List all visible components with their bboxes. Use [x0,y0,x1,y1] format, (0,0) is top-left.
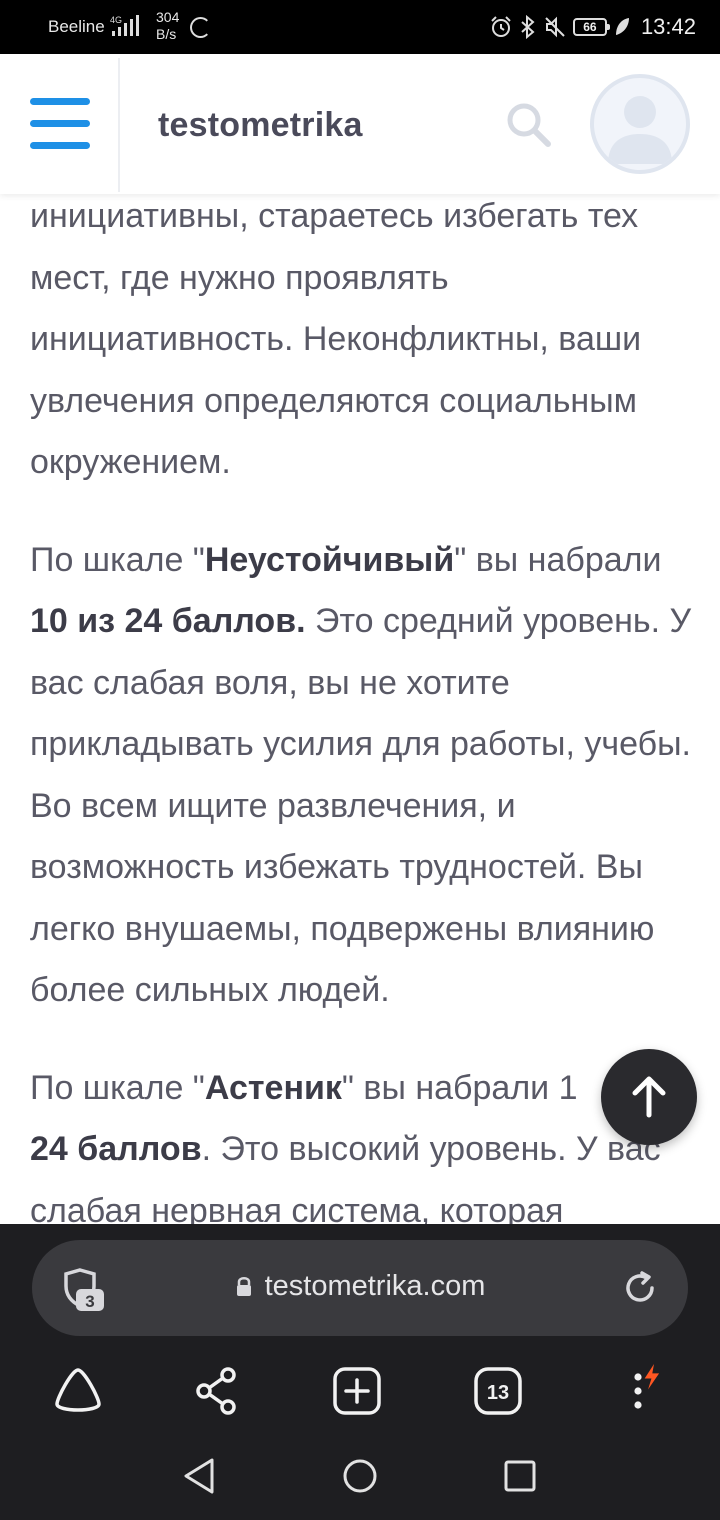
site-logo[interactable]: testometrika [158,106,363,145]
home-icon[interactable] [51,1364,105,1418]
signal-icon: 4G [110,15,139,36]
mute-icon [545,16,565,38]
address-bar[interactable]: 3 testometrika.com [32,1240,688,1336]
paragraph-text: инициативны, стараетесь избегать тех мес… [30,197,642,481]
recents-icon[interactable] [500,1456,540,1496]
tabs-icon[interactable]: 13 [471,1364,525,1418]
paragraph: инициативны, стараетесь избегать тех мес… [30,186,700,494]
share-icon[interactable] [190,1364,244,1418]
battery-icon: 66 [572,18,610,36]
user-avatar[interactable] [590,74,690,174]
speed-value: 304 [156,9,180,25]
tabs-count: 13 [487,1382,509,1404]
menu-icon-bar [30,98,90,105]
reload-icon[interactable] [622,1270,658,1306]
article-body: инициативны, стараетесь избегать тех мес… [30,186,700,1278]
scale-name: Неустойчивый [204,540,455,579]
menu-button[interactable] [28,96,92,152]
menu-icon-bar [30,120,90,127]
site-header: testometrika [0,54,720,194]
url-display[interactable]: testometrika.com [32,1270,688,1303]
more-icon[interactable] [620,1364,674,1418]
system-nav-bar [0,1430,720,1520]
clock: 13:42 [640,14,696,39]
scale-name: Астеник [204,1068,342,1107]
paragraph-unstable: По шкале "Неустойчивый" вы набрали 10 из… [30,530,700,1022]
menu-icon-bar [30,142,90,149]
text: По шкале " [30,540,205,579]
text: Это средний уровень. У вас слабая воля, … [30,602,692,1009]
network-speed: 304 B/s [156,9,179,43]
back-icon[interactable] [180,1456,220,1496]
text: " вы набрали 1 [341,1068,578,1107]
carrier-label: Beeline [48,17,105,36]
arrow-up-icon [632,1076,666,1118]
search-icon[interactable] [504,100,552,148]
browser-bottom-bar: 3 testometrika.com 13 [0,1224,720,1430]
loading-icon [190,17,211,38]
bluetooth-icon [521,15,535,39]
leaf-icon [615,18,629,35]
text: " вы набрали [454,540,662,579]
text: По шкале " [30,1068,205,1107]
home-nav-icon[interactable] [340,1456,380,1496]
new-tab-icon[interactable] [330,1364,384,1418]
network-type-label: 4G [110,15,122,25]
speed-unit: B/s [156,26,177,42]
header-divider [118,58,120,192]
lock-icon [236,1277,251,1296]
score: 10 из 24 баллов. [30,602,306,640]
paragraph-asthenic: По шкале "Астеник" вы набрали 1 24 баллов… [30,1058,700,1243]
score: 24 баллов [30,1130,202,1168]
browser-toolbar: 13 [0,1350,720,1430]
status-bar: Beeline 4G 304 B/s 66 13:42 [0,0,720,54]
scroll-top-button[interactable] [601,1049,697,1145]
user-avatar-icon [608,96,672,164]
url-text: testometrika.com [264,1270,486,1302]
alarm-icon [491,16,511,37]
